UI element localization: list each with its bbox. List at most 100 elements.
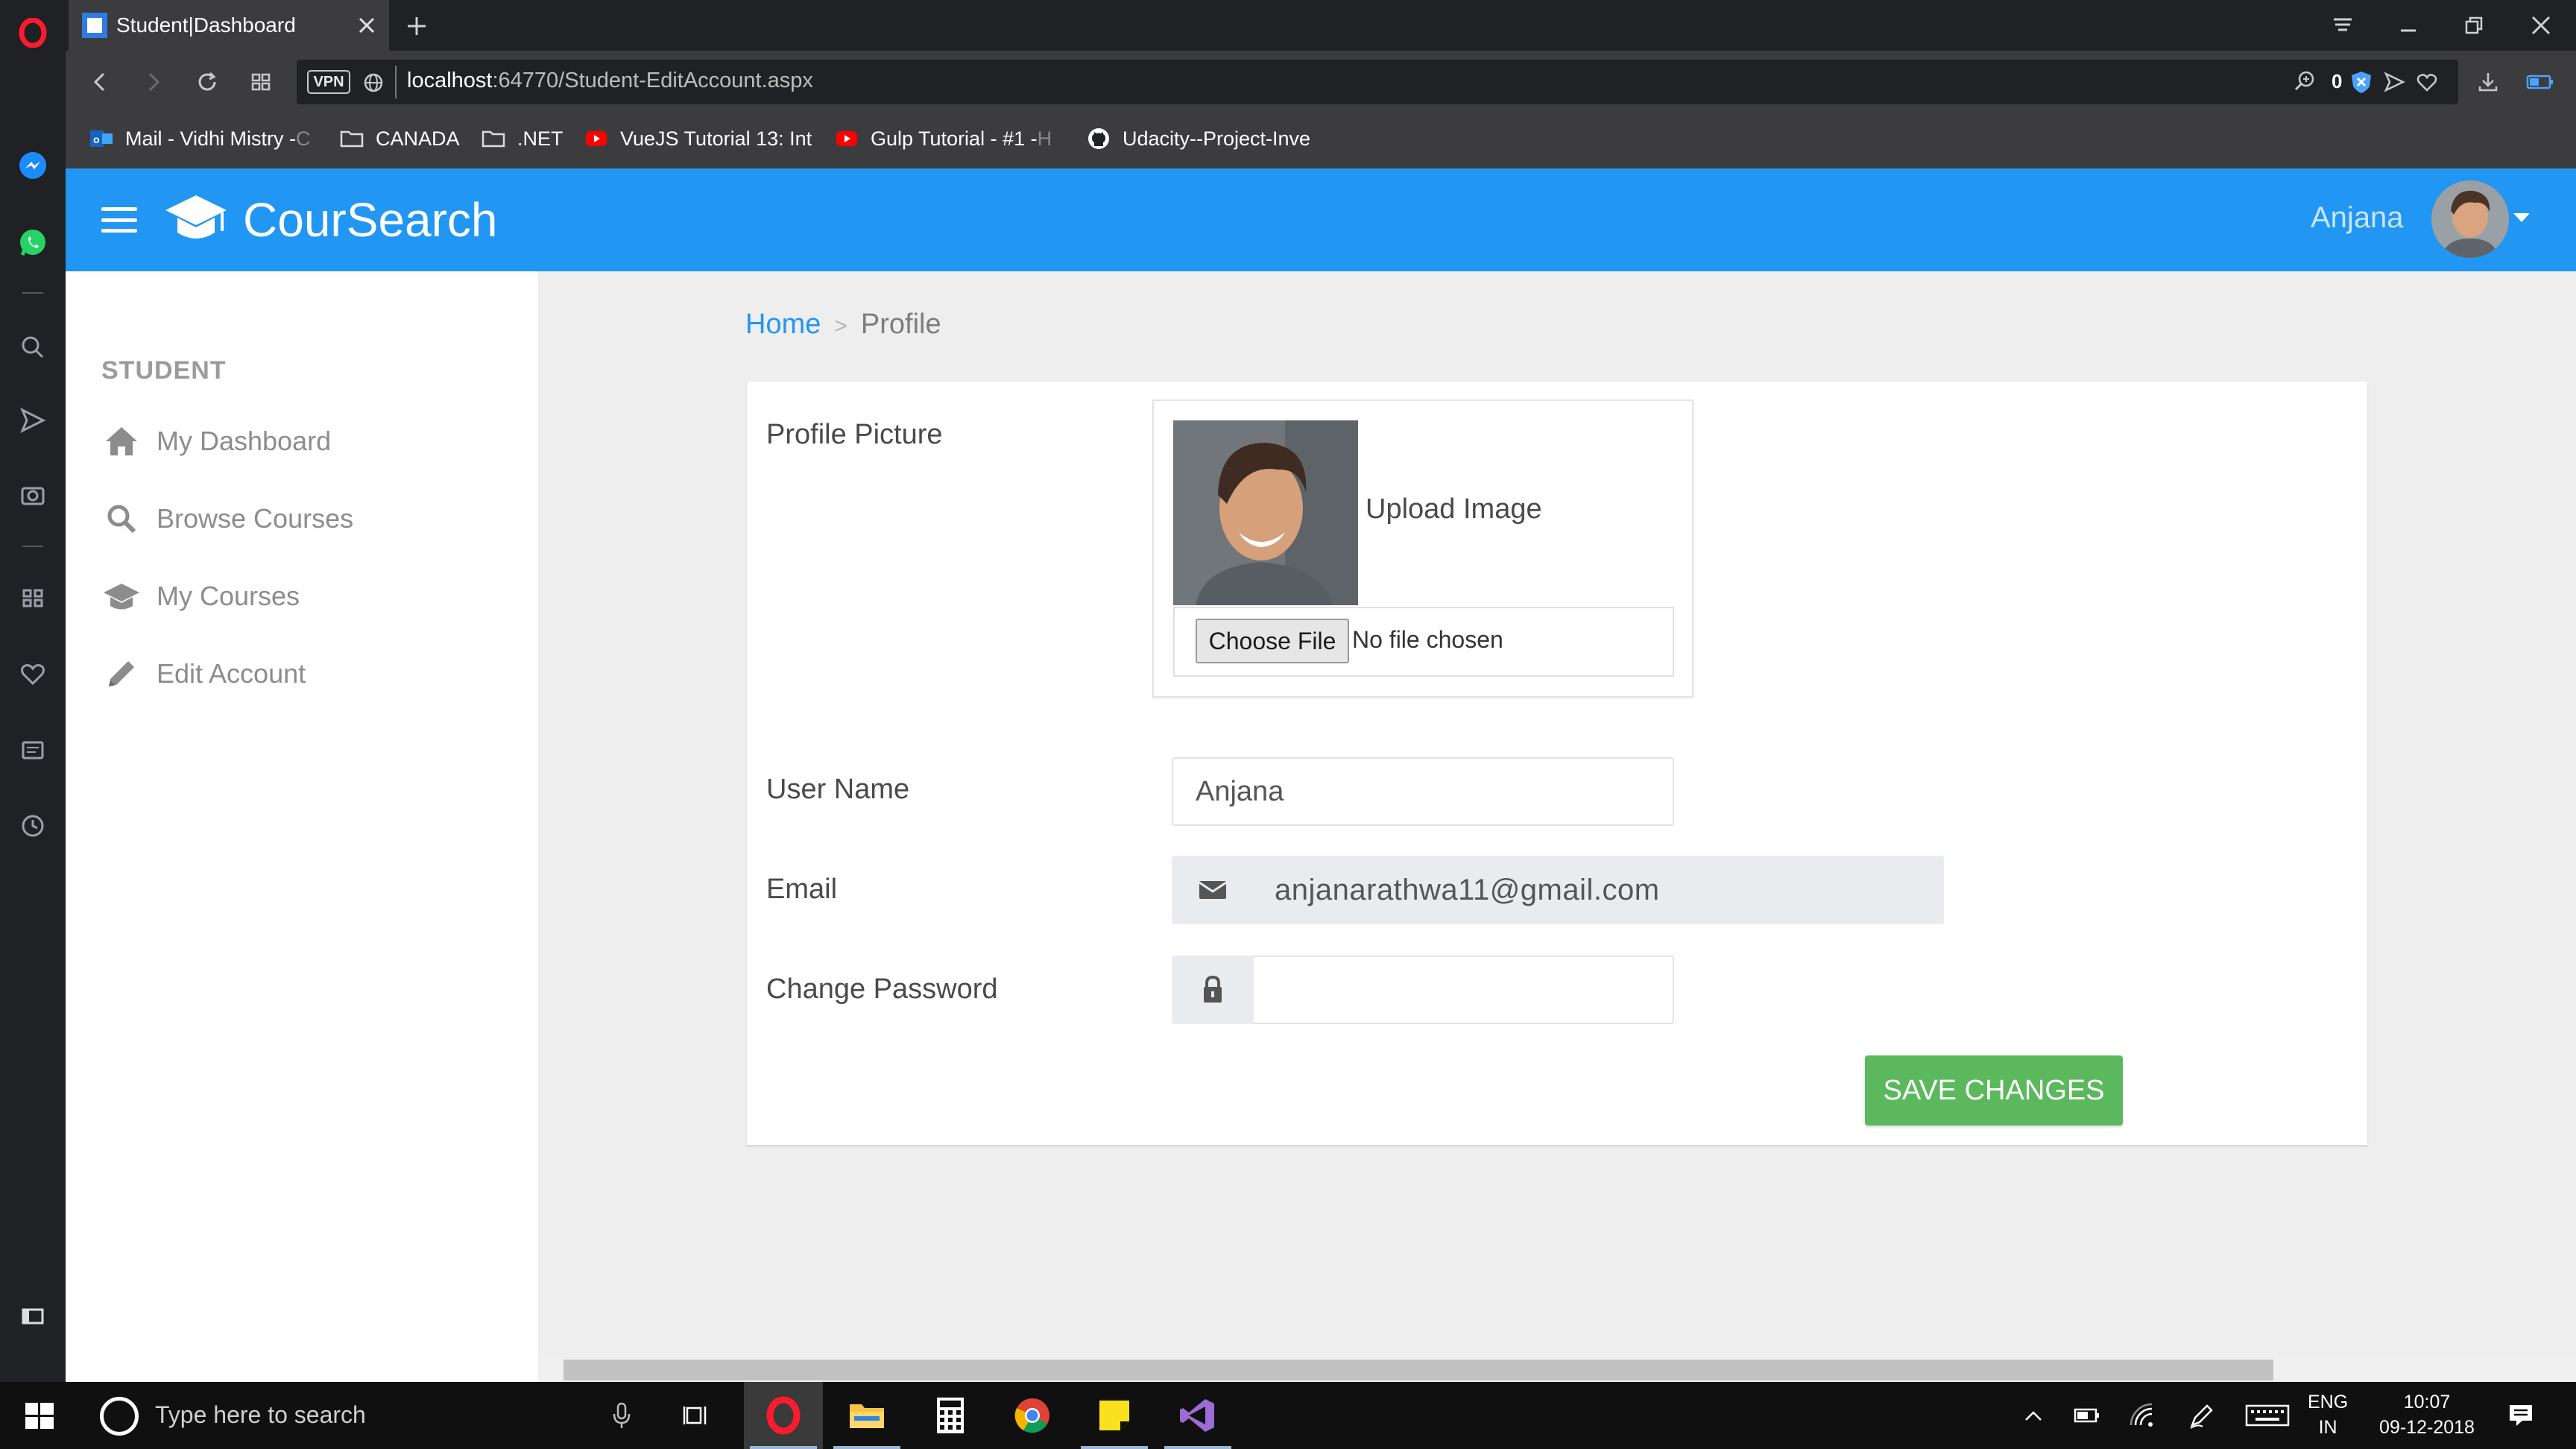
taskbar-opera-app[interactable]	[744, 1382, 823, 1449]
bookmark-label: VueJS Tutorial 13: Int	[620, 127, 812, 150]
taskbar-sticky-notes-app[interactable]	[1075, 1382, 1154, 1449]
microphone-icon[interactable]	[605, 1397, 638, 1434]
search-icon[interactable]	[16, 331, 49, 364]
url-text[interactable]: localhost:64770/Student-EditAccount.aspx	[407, 69, 813, 93]
outlook-icon: o	[88, 125, 115, 152]
github-icon	[1085, 125, 1112, 152]
bookmark-item[interactable]: VueJS Tutorial 13: Int	[583, 122, 814, 155]
bookmark-item[interactable]: o Mail - Vidhi Mistry - C	[88, 122, 323, 155]
pen-workspace-icon[interactable]	[2185, 1397, 2218, 1434]
menu-hamburger-icon[interactable]	[100, 203, 139, 237]
tab-strip	[66, 0, 2576, 51]
sidebar-toggle-icon[interactable]	[16, 1300, 49, 1333]
username-field[interactable]: Anjana	[1172, 757, 1674, 826]
touch-keyboard-icon[interactable]	[2244, 1397, 2291, 1434]
taskbar-chrome-app[interactable]	[993, 1382, 1072, 1449]
header-user-name[interactable]: Anjana	[2311, 201, 2404, 235]
vpn-badge[interactable]: VPN	[307, 70, 350, 94]
profile-picture-label: Profile Picture	[766, 419, 943, 450]
opera-sidebar	[0, 0, 66, 1382]
sidebar-item-browse-courses[interactable]: Browse Courses	[101, 493, 353, 544]
messenger-icon[interactable]	[16, 149, 49, 182]
tab-menu-icon[interactable]	[2317, 6, 2369, 45]
chevron-up-icon[interactable]	[2017, 1397, 2050, 1434]
bookmark-label: Gulp Tutorial - #1 -	[871, 127, 1038, 150]
tabs-grid-icon[interactable]	[242, 63, 280, 101]
sidebar-heading: STUDENT	[101, 356, 227, 385]
chevron-down-icon[interactable]	[2513, 213, 2530, 222]
browser-tab[interactable]: Student|Dashboard	[69, 0, 389, 51]
back-icon[interactable]	[80, 63, 119, 101]
camera-icon[interactable]	[16, 479, 49, 511]
news-icon[interactable]	[16, 733, 49, 766]
windows-start-icon[interactable]	[21, 1397, 58, 1434]
sidebar-item-label: Edit Account	[157, 658, 306, 689]
envelope-icon	[1172, 856, 1254, 924]
taskbar-visual-studio-app[interactable]	[1158, 1382, 1237, 1449]
minimize-icon[interactable]	[2382, 6, 2434, 45]
heart-icon[interactable]	[16, 657, 49, 690]
cortana-icon[interactable]	[100, 1397, 139, 1436]
task-view-icon[interactable]	[680, 1397, 713, 1434]
speed-dial-icon[interactable]	[16, 581, 49, 614]
bookmark-item[interactable]: CANADA	[338, 122, 473, 155]
breadcrumb-separator: >	[834, 314, 847, 338]
new-tab-plus-icon[interactable]	[400, 9, 434, 43]
bookmark-item[interactable]: .NET	[480, 122, 574, 155]
graduation-cap-logo-icon	[162, 189, 230, 249]
bookmark-item[interactable]: Udacity--Project-Inve	[1085, 122, 1324, 155]
taskbar-file-explorer-app[interactable]	[827, 1382, 906, 1449]
language-indicator[interactable]: ENG IN	[2308, 1389, 2348, 1440]
wifi-icon[interactable]	[2126, 1397, 2159, 1434]
choose-file-button[interactable]: Choose File	[1196, 619, 1349, 663]
taskbar-calculator-app[interactable]	[911, 1382, 990, 1449]
email-label: Email	[766, 874, 838, 905]
whatsapp-icon[interactable]	[16, 227, 49, 259]
bookmark-item[interactable]: Gulp Tutorial - #1 - H	[833, 122, 1067, 155]
language-region: IN	[2318, 1417, 2337, 1438]
tab-close-icon[interactable]	[350, 9, 383, 42]
opera-logo-icon[interactable]	[16, 16, 49, 49]
battery-icon[interactable]	[2071, 1397, 2103, 1434]
divider	[22, 292, 43, 294]
taskbar-search-input[interactable]: Type here to search	[155, 1401, 366, 1429]
sidebar-item-edit-account[interactable]: Edit Account	[101, 648, 306, 699]
url-divider	[395, 66, 397, 98]
profile-photo	[1173, 420, 1358, 605]
breadcrumb-home-link[interactable]: Home	[745, 309, 821, 340]
sidebar-item-label: Browse Courses	[157, 503, 354, 534]
notifications-icon[interactable]	[2504, 1397, 2537, 1434]
active-indicator	[833, 1446, 900, 1449]
adblock-shield-icon[interactable]	[2349, 70, 2373, 94]
save-changes-button[interactable]: SAVE CHANGES	[1865, 1055, 2123, 1126]
url-host: localhost	[407, 69, 493, 92]
sidebar-item-my-courses[interactable]: My Courses	[101, 571, 300, 622]
forward-icon[interactable]	[134, 63, 173, 101]
zoom-icon[interactable]	[2293, 69, 2318, 94]
user-avatar[interactable]	[2431, 180, 2509, 258]
restore-icon[interactable]	[2448, 6, 2500, 45]
bookmark-label-fade: C	[296, 127, 311, 150]
bookmark-label: Mail - Vidhi Mistry -	[125, 127, 297, 150]
home-icon	[101, 421, 142, 461]
download-icon[interactable]	[2476, 70, 2500, 94]
flow-send-icon[interactable]	[16, 404, 49, 437]
taskbar-clock[interactable]: 10:07 09-12-2018	[2367, 1389, 2487, 1440]
history-clock-icon[interactable]	[16, 809, 49, 842]
sidebar-item-my-dashboard[interactable]: My Dashboard	[101, 416, 331, 467]
lock-icon	[1172, 956, 1254, 1024]
battery-saver-icon[interactable]	[2525, 70, 2555, 94]
close-window-icon[interactable]	[2515, 6, 2567, 45]
reload-icon[interactable]	[188, 63, 227, 101]
scrollbar-thumb[interactable]	[564, 1360, 2273, 1380]
bookmark-heart-icon[interactable]	[2415, 70, 2439, 94]
bookmark-label-fade: H	[1037, 127, 1052, 150]
brand-name[interactable]: CourSearch	[243, 192, 498, 247]
upload-image-label: Upload Image	[1366, 493, 1542, 525]
bookmark-label: .NET	[517, 127, 564, 150]
active-indicator	[1164, 1446, 1231, 1449]
graduation-cap-icon	[101, 576, 142, 616]
tab-favicon-icon	[82, 13, 107, 38]
snapshot-send-icon[interactable]	[2382, 70, 2406, 94]
email-value: anjanarathwa11@gmail.com	[1275, 874, 1660, 906]
